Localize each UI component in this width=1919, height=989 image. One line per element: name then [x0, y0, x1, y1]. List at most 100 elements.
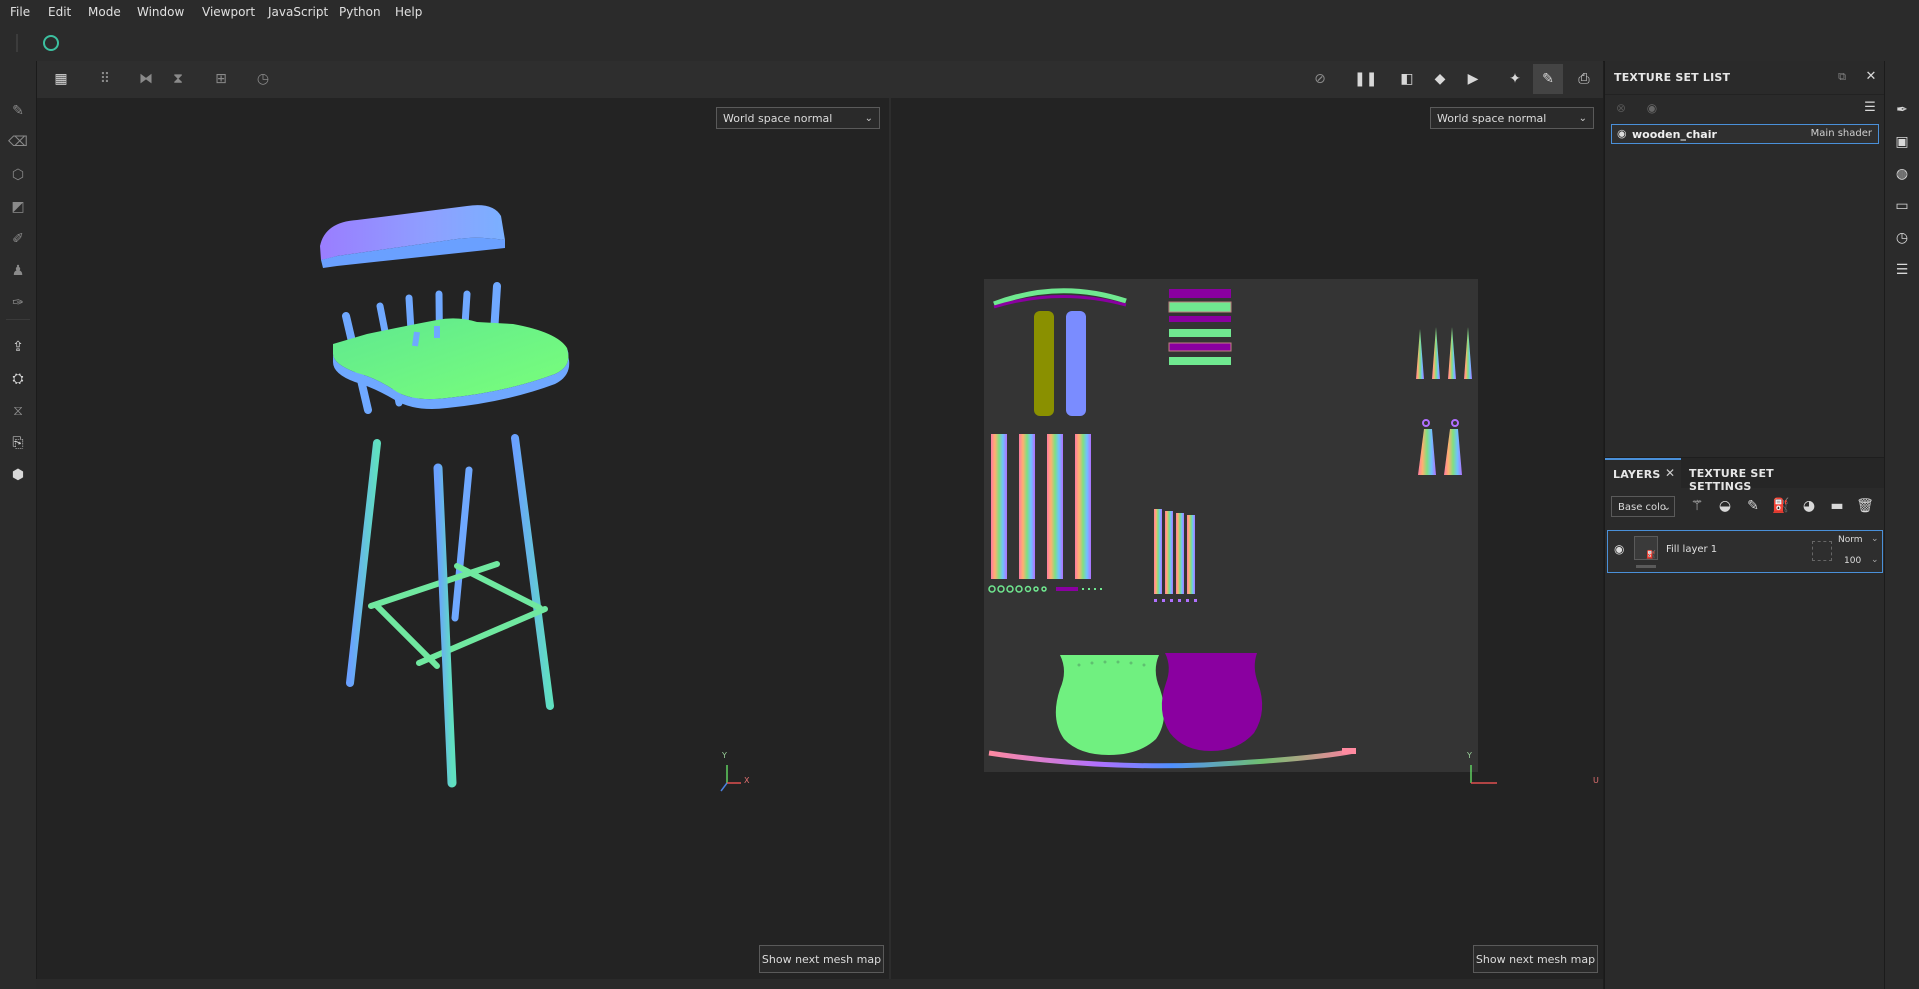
layer-opacity[interactable]: 100 — [1844, 556, 1861, 566]
hide-icon[interactable]: ⊘ — [1309, 68, 1331, 90]
channel-dropdown[interactable]: Base colo ⌄ — [1611, 496, 1675, 517]
list-menu-icon[interactable]: ☰ — [1859, 97, 1881, 119]
uv-layout[interactable] — [984, 279, 1478, 772]
chevron-down-icon: ⌄ — [1578, 113, 1587, 124]
brush-icon: ✎ — [1542, 71, 1554, 87]
mask-slot[interactable] — [1812, 541, 1832, 561]
plugin-icon[interactable] — [43, 35, 59, 51]
smart-material-icon[interactable]: ◕ — [1798, 495, 1820, 517]
smudge-icon[interactable]: ✐ — [7, 228, 29, 250]
screenshot-icon[interactable]: ⎙ — [1573, 68, 1595, 90]
polygon-fill-icon[interactable]: ◩ — [7, 196, 29, 218]
left-tool-column: ✎ ⌫ ⬡ ◩ ✐ ♟ ✑ ⇪ ⛭ ⧖ ⎘ ⬢ — [0, 61, 37, 989]
chevron-down-icon: ⌄ — [1871, 534, 1879, 544]
bake-mesh-icon[interactable]: ⛭ — [7, 368, 29, 390]
dropdown-label: World space normal — [1437, 112, 1547, 125]
bake-icon[interactable]: ✦ — [1504, 68, 1526, 90]
display-settings-icon[interactable]: ▣ — [1891, 131, 1913, 153]
blend-mode[interactable]: Norm — [1838, 535, 1863, 545]
right-icon-column: ✒ ▣ ◍ ▭ ◷ ☰ — [1884, 61, 1919, 989]
delete-icon[interactable]: 🗑 — [1854, 495, 1876, 517]
shelf-icon[interactable]: ▭ — [1891, 195, 1913, 217]
grid-select-icon[interactable]: ▦ — [50, 68, 72, 90]
add-icon[interactable]: ⊞ — [210, 68, 232, 90]
export-icon[interactable]: ⇪ — [7, 336, 29, 358]
add-paint-layer-icon[interactable]: ✎ — [1742, 495, 1764, 517]
show-next-mesh-map-button[interactable]: Show next mesh map — [1473, 945, 1598, 973]
plugin-toolbar — [0, 25, 1919, 62]
add-mask-icon[interactable]: ◒ — [1714, 495, 1736, 517]
pause-icon[interactable]: ❚❚ — [1354, 68, 1377, 90]
menu-javascript[interactable]: JavaScript — [264, 0, 332, 25]
paint-mode-button[interactable]: ✎ — [1533, 64, 1563, 94]
divider — [1605, 94, 1885, 95]
eye-icon[interactable]: ◉ — [1617, 127, 1627, 140]
environment-icon[interactable]: ◍ — [1891, 163, 1913, 185]
viewport-3d[interactable]: World space normal ⌄ Y X Show next mesh … — [37, 98, 889, 979]
viewport-2d-mode-dropdown[interactable]: World space normal ⌄ — [1430, 107, 1594, 129]
menu-file[interactable]: File — [6, 0, 34, 25]
eye-icon[interactable]: ◉ — [1614, 542, 1624, 556]
menu-viewport[interactable]: Viewport — [198, 0, 259, 25]
fill-icon: ⛽ — [1646, 550, 1656, 559]
menu-edit[interactable]: Edit — [44, 0, 75, 25]
anchor-icon[interactable]: ⧖ — [7, 400, 29, 422]
mirror-x-icon[interactable]: ⧓ — [135, 68, 157, 90]
menu-bar: File Edit Mode Window Viewport JavaScrip… — [0, 0, 1919, 26]
mesh-icon[interactable]: ⬢ — [7, 464, 29, 486]
add-folder-icon[interactable]: ▬ — [1826, 495, 1848, 517]
dropdown-label: Base colo — [1618, 502, 1667, 513]
layer-thumb-bar — [1636, 565, 1656, 568]
cube-icon[interactable]: ◆ — [1429, 68, 1451, 90]
clone-icon[interactable]: ♟ — [7, 260, 29, 282]
viewport-2d[interactable]: World space normal ⌄ Y U Show next mesh … — [891, 98, 1603, 979]
eraser-icon[interactable]: ⌫ — [7, 131, 29, 153]
mirror-y-icon[interactable]: ⧗ — [167, 68, 189, 90]
menu-mode[interactable]: Mode — [84, 0, 125, 25]
feather-icon[interactable]: ✒ — [1891, 99, 1913, 121]
float-panel-icon[interactable]: ⧉ — [1831, 66, 1853, 88]
tab-layers[interactable]: LAYERS ✕ — [1605, 458, 1681, 488]
show-next-mesh-map-button[interactable]: Show next mesh map — [759, 945, 884, 973]
chevron-down-icon: ⌄ — [1871, 555, 1879, 565]
projection-icon[interactable]: ⬡ — [7, 164, 29, 186]
document-icon[interactable]: ⎘ — [7, 432, 29, 454]
link-icon[interactable]: ⊗ — [1610, 97, 1632, 119]
picker-icon[interactable]: ✑ — [7, 292, 29, 314]
log-icon[interactable]: ☰ — [1891, 259, 1913, 281]
texture-set-name: wooden_chair — [1632, 128, 1717, 141]
chair-3d-model[interactable] — [37, 98, 889, 979]
axis-gizmo — [720, 765, 741, 792]
viewport-toolbar: ▦ ⠿ ⧓ ⧗ ⊞ ◷ ⊘ ❚❚ ◧ ◆ ▶ ✦ ✎ ⎙ — [36, 61, 1603, 99]
texture-set-list-panel: TEXTURE SET LIST ⧉ ✕ ⊗ ◉ ☰ ◉ wooden_chai… — [1604, 61, 1885, 457]
axis-u-label: U — [1593, 776, 1599, 785]
texture-set-item[interactable]: ◉ wooden_chair Main shader — [1611, 124, 1879, 144]
layers-panel: LAYERS ✕ TEXTURE SET SETTINGS Base colo … — [1604, 458, 1885, 989]
layer-thumbnail[interactable]: ⛽ — [1634, 536, 1658, 560]
axis-y-label: Y — [1467, 751, 1472, 760]
menu-python[interactable]: Python — [335, 0, 385, 25]
eye-icon[interactable]: ◉ — [1641, 97, 1663, 119]
split-view-icon[interactable]: ◧ — [1396, 68, 1418, 90]
history-icon[interactable]: ◷ — [1891, 227, 1913, 249]
close-icon[interactable]: ✕ — [1665, 466, 1675, 480]
chevron-down-icon: ⌄ — [1662, 502, 1671, 513]
axis-y-label: Y — [722, 751, 727, 760]
menu-window[interactable]: Window — [133, 0, 188, 25]
history-icon[interactable]: ◷ — [252, 68, 274, 90]
status-bar — [36, 979, 1603, 989]
add-fill-layer-icon[interactable]: ⛽ — [1770, 495, 1792, 517]
layer-row[interactable]: ◉ ⛽ Fill layer 1 Norm ⌄ 100 ⌄ — [1607, 530, 1883, 573]
tab-label: LAYERS — [1613, 468, 1661, 481]
tab-label: TEXTURE SET SETTINGS — [1689, 467, 1774, 493]
add-effect-icon[interactable]: ⚚ — [1686, 495, 1708, 517]
menu-help[interactable]: Help — [391, 0, 426, 25]
toolbar-grip — [16, 34, 18, 52]
tab-texture-set-settings[interactable]: TEXTURE SET SETTINGS — [1683, 458, 1833, 493]
shader-name[interactable]: Main shader — [1811, 128, 1872, 139]
close-icon[interactable]: ✕ — [1860, 66, 1882, 88]
grid-dots-icon[interactable]: ⠿ — [94, 68, 116, 90]
layer-name: Fill layer 1 — [1666, 544, 1718, 555]
camera-video-icon[interactable]: ▶ — [1462, 68, 1484, 90]
paint-brush-icon[interactable]: ✎ — [7, 100, 29, 122]
